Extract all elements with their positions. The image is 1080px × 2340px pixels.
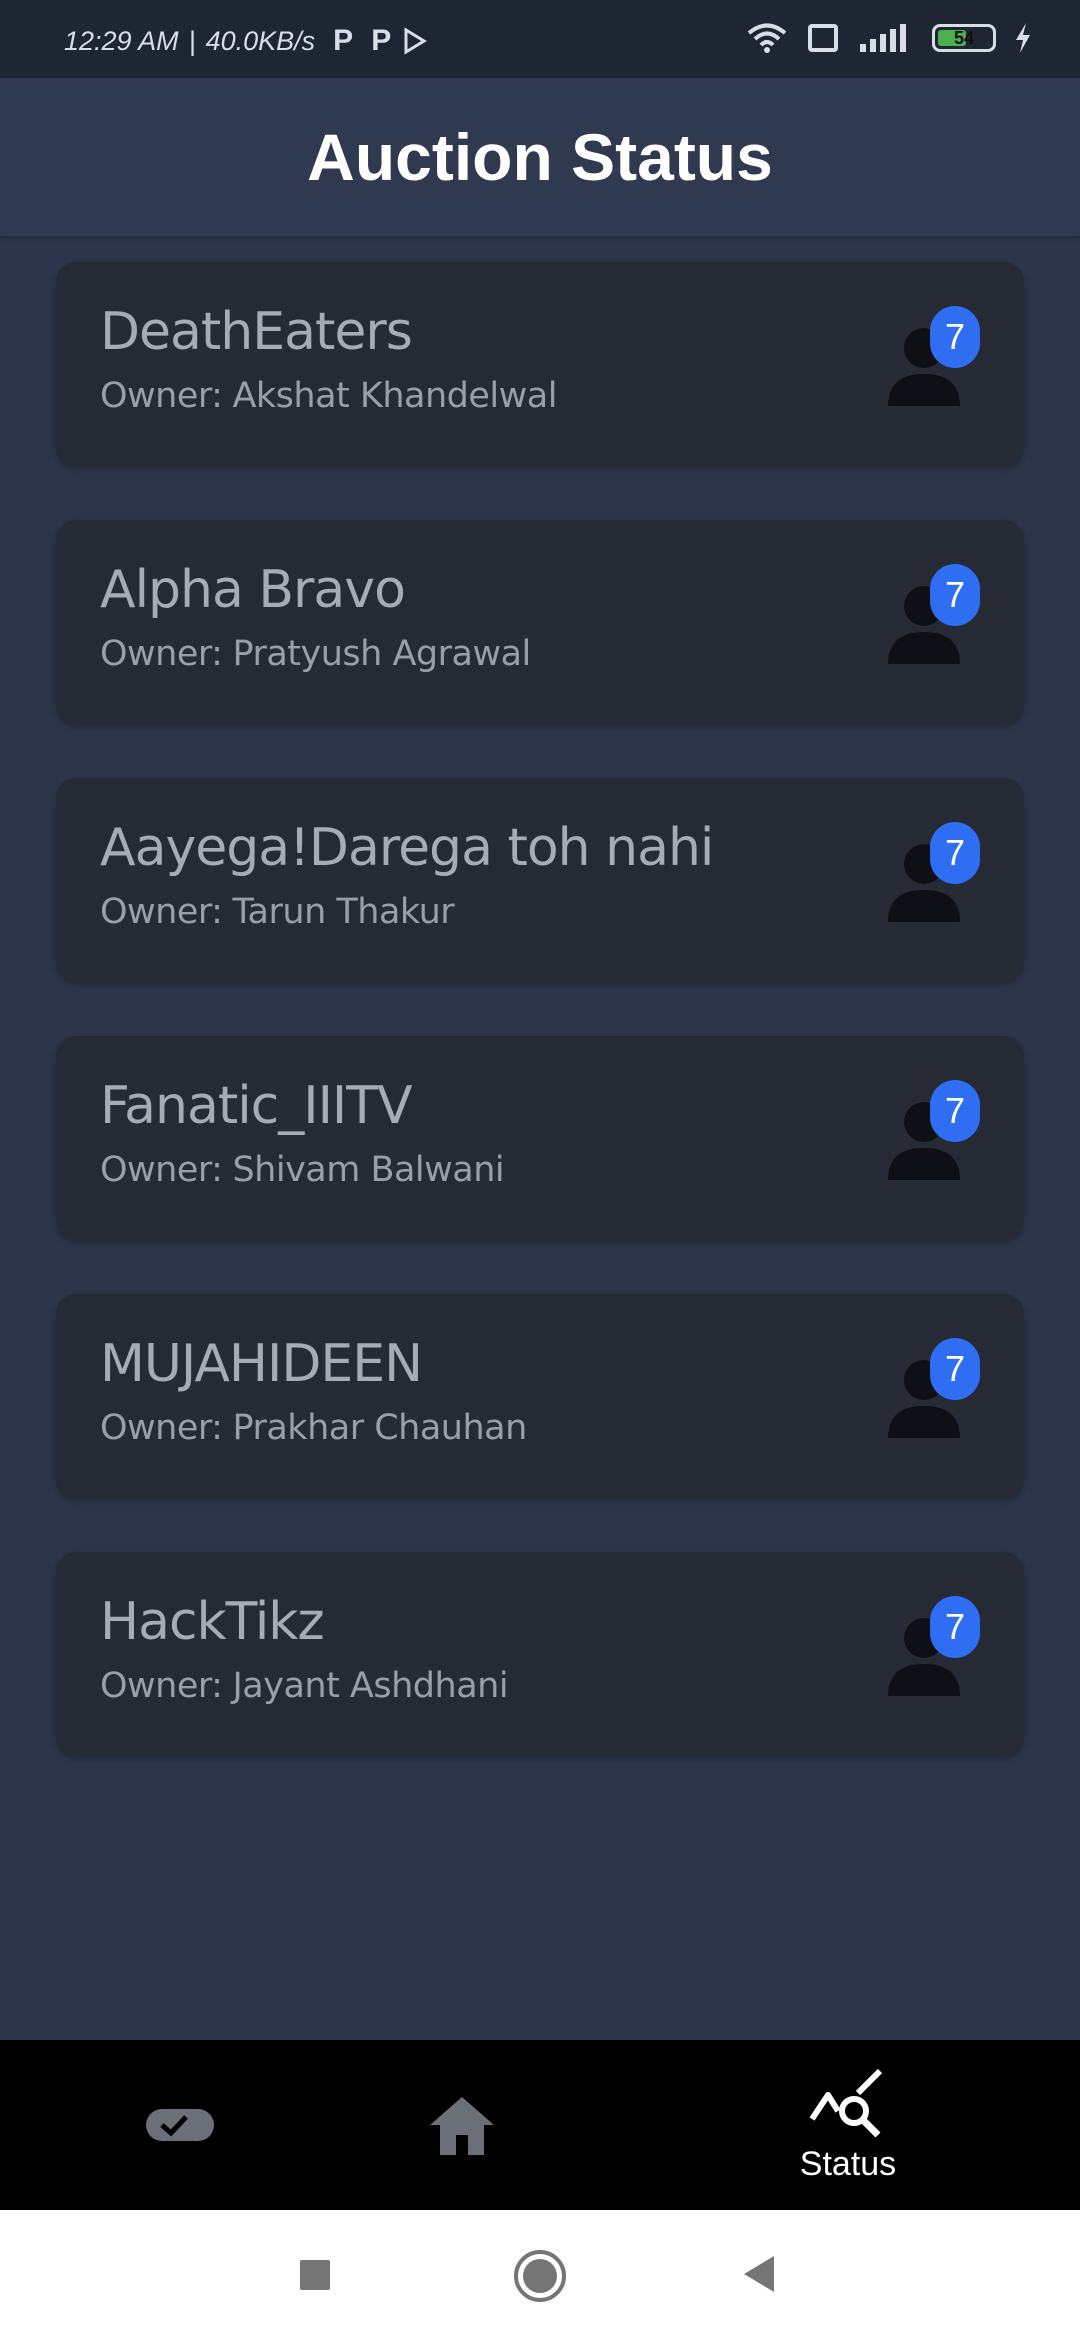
owner-name: Pratyush Agrawal	[232, 634, 531, 674]
status-time: 12:29 AM	[64, 25, 179, 56]
play-store-icon	[404, 27, 428, 55]
team-name: HackTikz	[100, 1592, 325, 1652]
owner-name: Jayant Ashdhani	[232, 1666, 509, 1706]
app-header: Auction Status	[0, 78, 1080, 236]
owner-prefix: Owner:	[100, 892, 223, 932]
owner-prefix: Owner:	[100, 1666, 223, 1706]
home-icon	[430, 2097, 494, 2155]
back-button[interactable]	[740, 2254, 778, 2294]
status-left: 12:29 AM | 40.0KB/s P P	[64, 24, 429, 58]
player-count-badge: 7	[930, 1080, 980, 1142]
owner-prefix: Owner:	[100, 634, 223, 674]
owner-prefix: Owner:	[100, 1408, 223, 1448]
team-owner: Owner: Akshat Khandelwal	[100, 376, 557, 416]
team-list: DeathEaters Owner: Akshat Khandelwal 7 Al…	[56, 262, 1024, 1810]
status-separator: |	[188, 25, 196, 56]
owner-prefix: Owner:	[100, 376, 223, 416]
charging-icon	[1016, 23, 1030, 53]
nav-item-status[interactable]: Status	[748, 2040, 948, 2210]
team-card[interactable]: DeathEaters Owner: Akshat Khandelwal 7	[56, 262, 1024, 466]
team-owner: Owner: Tarun Thakur	[100, 892, 455, 932]
team-card[interactable]: MUJAHIDEEN Owner: Prakhar Chauhan 7	[56, 1294, 1024, 1498]
owner-name: Tarun Thakur	[232, 892, 455, 932]
battery-icon: 54	[932, 24, 996, 52]
team-card[interactable]: Alpha Bravo Owner: Pratyush Agrawal 7	[56, 520, 1024, 724]
player-count-badge: 7	[930, 1596, 980, 1658]
team-owner: Owner: Shivam Balwani	[100, 1150, 505, 1190]
team-owner: Owner: Jayant Ashdhani	[100, 1666, 509, 1706]
recents-button[interactable]	[298, 2258, 332, 2292]
network-speed: 40.0KB/s	[205, 25, 316, 56]
nav-item-home[interactable]	[362, 2040, 562, 2210]
bottom-nav: Status	[0, 2040, 1080, 2210]
signal-icon	[860, 24, 906, 52]
player-count-badge: 7	[930, 564, 980, 626]
owner-name: Shivam Balwani	[232, 1150, 505, 1190]
toggle-check-icon	[146, 2109, 214, 2141]
status-right: 54	[746, 22, 1032, 54]
team-owner: Owner: Pratyush Agrawal	[100, 634, 531, 674]
team-card[interactable]: HackTikz Owner: Jayant Ashdhani 7	[56, 1552, 1024, 1756]
owner-prefix: Owner:	[100, 1150, 223, 1190]
player-count-badge: 7	[930, 822, 980, 884]
status-chart-search-icon	[809, 2068, 883, 2137]
player-count-badge: 7	[930, 306, 980, 368]
team-card[interactable]: Fanatic_IIITV Owner: Shivam Balwani 7	[56, 1036, 1024, 1240]
status-bar: 12:29 AM | 40.0KB/s P P 54	[0, 0, 1080, 78]
team-name: MUJAHIDEEN	[100, 1334, 423, 1394]
team-card[interactable]: Aayega!Darega toh nahi Owner: Tarun Thaku…	[56, 778, 1024, 982]
paypal-icon: P	[371, 24, 392, 57]
team-name: Fanatic_IIITV	[100, 1076, 413, 1136]
team-name: Aayega!Darega toh nahi	[100, 818, 714, 878]
volte-icon	[808, 24, 838, 52]
wifi-icon	[747, 23, 787, 53]
team-owner: Owner: Prakhar Chauhan	[100, 1408, 527, 1448]
player-count-badge: 7	[930, 1338, 980, 1400]
home-button[interactable]	[512, 2248, 568, 2304]
team-name: Alpha Bravo	[100, 560, 406, 620]
nav-label-status: Status	[799, 2144, 897, 2183]
nav-item-toggle[interactable]	[80, 2040, 280, 2210]
system-nav-bar	[0, 2210, 1080, 2340]
battery-level: 54	[953, 28, 975, 48]
paytm-icon: P	[333, 24, 354, 57]
owner-name: Akshat Khandelwal	[232, 376, 557, 416]
page-title: Auction Status	[307, 120, 773, 194]
owner-name: Prakhar Chauhan	[232, 1408, 527, 1448]
team-name: DeathEaters	[100, 302, 413, 362]
